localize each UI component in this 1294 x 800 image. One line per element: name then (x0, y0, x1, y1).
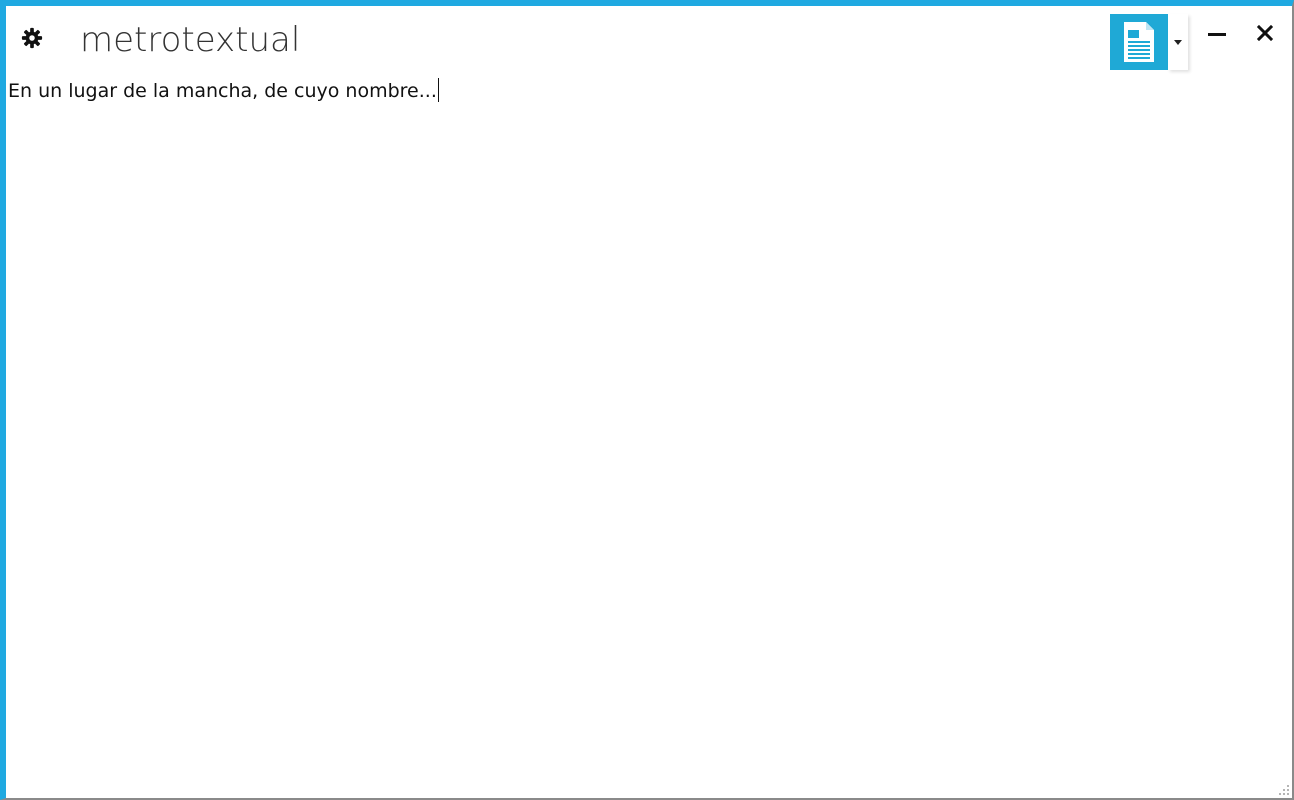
settings-button[interactable] (18, 24, 46, 52)
close-button[interactable] (1250, 18, 1280, 48)
title-bar: metrotextual (6, 6, 1292, 76)
document-icon (1124, 22, 1154, 62)
text-caret (437, 78, 439, 102)
caret-down-icon (1174, 39, 1182, 45)
close-icon (1257, 25, 1273, 41)
app-window: metrotextual En un lugar de la mancha, d… (0, 0, 1294, 800)
document-menu (1110, 14, 1190, 74)
text-editor[interactable]: En un lugar de la mancha, de cuyo nombre… (8, 78, 1284, 792)
document-dropdown-button[interactable] (1168, 14, 1188, 70)
editor-content: En un lugar de la mancha, de cuyo nombre… (8, 80, 437, 102)
document-button[interactable] (1110, 14, 1168, 70)
resize-grip-icon[interactable] (1278, 784, 1290, 796)
app-title: metrotextual (80, 20, 301, 60)
minimize-button[interactable] (1202, 20, 1232, 50)
minimize-icon (1208, 33, 1226, 36)
gear-icon (21, 27, 43, 49)
